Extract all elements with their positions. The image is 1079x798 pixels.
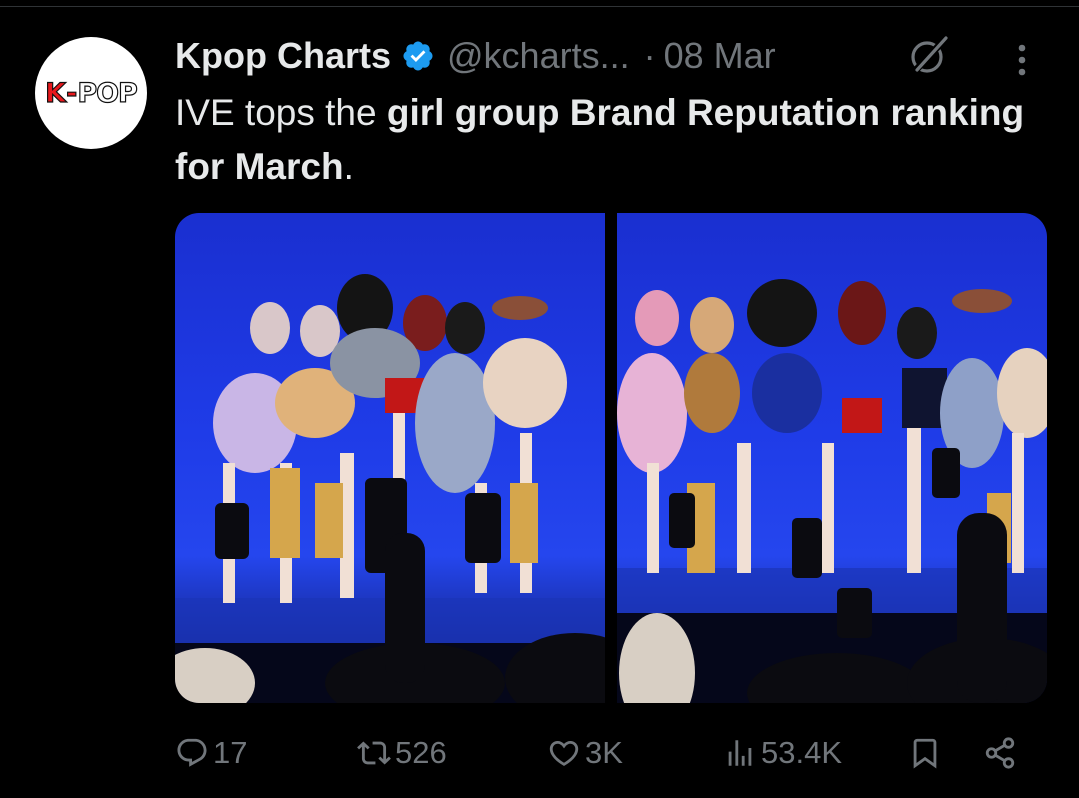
- photo-1[interactable]: [175, 213, 605, 703]
- tweet-header: Kpop Charts @kcharts... · 08 Mar: [175, 30, 776, 82]
- like-count: 3K: [585, 735, 623, 770]
- stage-scene-1: [175, 274, 605, 703]
- tweet-actions: 17 526 3K 53.4K: [175, 728, 1035, 778]
- repost-count: 526: [395, 735, 447, 770]
- views-icon: [728, 740, 752, 766]
- display-name[interactable]: Kpop Charts: [175, 35, 391, 77]
- photo-2[interactable]: [617, 213, 1047, 703]
- media-grid: [175, 213, 1047, 703]
- share-icon: [985, 737, 1015, 769]
- views-count: 53.4K: [761, 735, 843, 770]
- reply-button[interactable]: 17: [175, 728, 247, 778]
- like-icon: [549, 740, 579, 766]
- verified-badge-icon: [403, 41, 433, 71]
- reply-icon: [177, 738, 207, 767]
- grok-icon[interactable]: [905, 31, 953, 79]
- reply-count: 17: [213, 735, 248, 770]
- share-button[interactable]: [983, 728, 1017, 778]
- repost-button[interactable]: 526: [357, 728, 447, 778]
- repost-icon: [357, 741, 391, 765]
- avatar[interactable]: K - POP: [35, 37, 147, 149]
- handle[interactable]: @kcharts...: [447, 35, 630, 77]
- kpop-logo: K - POP: [45, 77, 139, 109]
- like-button[interactable]: 3K: [547, 728, 623, 778]
- divider: [0, 6, 1079, 7]
- more-icon[interactable]: [1007, 40, 1037, 80]
- views-button[interactable]: 53.4K: [723, 728, 842, 778]
- stage-scene-2: [617, 279, 1047, 703]
- bookmark-icon: [913, 738, 937, 769]
- separator-dot: ·: [643, 35, 656, 76]
- tweet-text: IVE tops the girl group Brand Reputation…: [175, 92, 1025, 187]
- timestamp[interactable]: 08 Mar: [664, 35, 776, 77]
- bookmark-button[interactable]: [908, 728, 942, 778]
